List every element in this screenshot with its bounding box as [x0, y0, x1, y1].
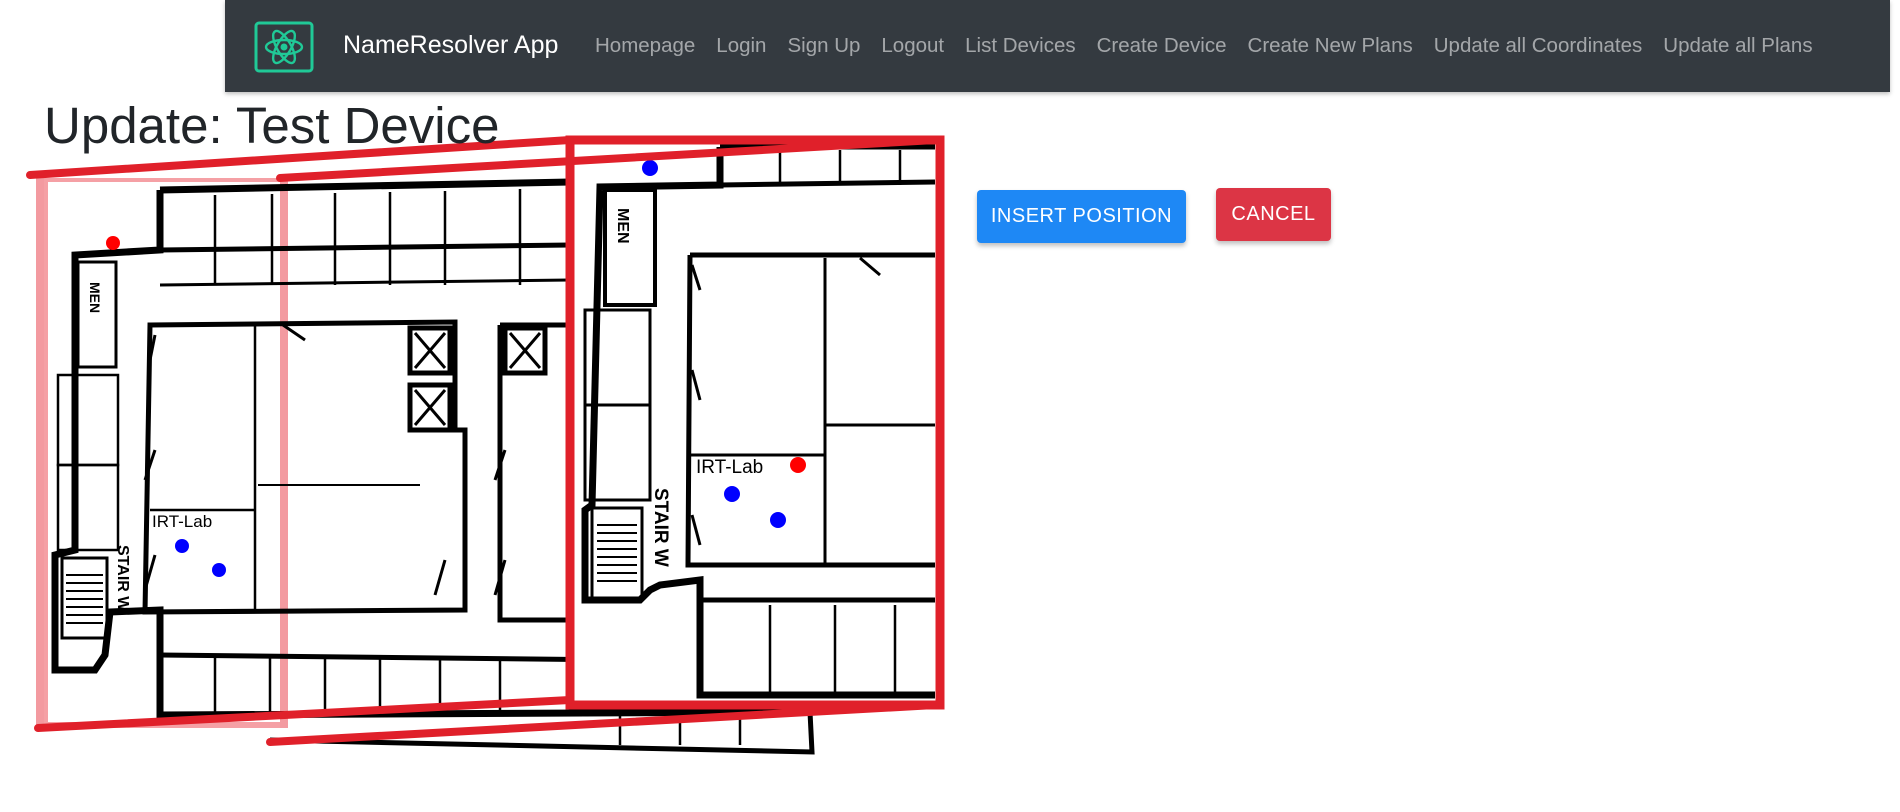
nav-link-update-all-plans[interactable]: Update all Plans: [1663, 34, 1812, 58]
room-label-irt-lab-zoom: IRT-Lab: [696, 457, 763, 478]
device-marker[interactable]: [212, 563, 226, 577]
nav-link-create-device[interactable]: Create Device: [1097, 34, 1227, 58]
device-marker[interactable]: [642, 160, 658, 176]
device-marker[interactable]: [770, 512, 786, 528]
page-title: Update: Test Device: [44, 97, 500, 154]
stair-label-zoom: STAIR W: [650, 488, 671, 567]
men-label-bg: MEN: [87, 282, 103, 313]
nav-link-update-all-coordinates[interactable]: Update all Coordinates: [1434, 34, 1643, 58]
device-marker[interactable]: [175, 539, 189, 553]
insert-position-button[interactable]: INSERT POSITION: [977, 190, 1186, 243]
men-label-zoom: MEN: [614, 208, 631, 244]
device-marker[interactable]: [724, 486, 740, 502]
room-label-irt-lab-bg: IRT-Lab: [152, 512, 212, 531]
stair-label-bg: STAIR W: [114, 545, 131, 612]
position-marker[interactable]: [106, 236, 120, 250]
cancel-button[interactable]: CANCEL: [1216, 188, 1331, 241]
nav-link-create-new-plans[interactable]: Create New Plans: [1248, 34, 1413, 58]
position-marker[interactable]: [790, 457, 806, 473]
